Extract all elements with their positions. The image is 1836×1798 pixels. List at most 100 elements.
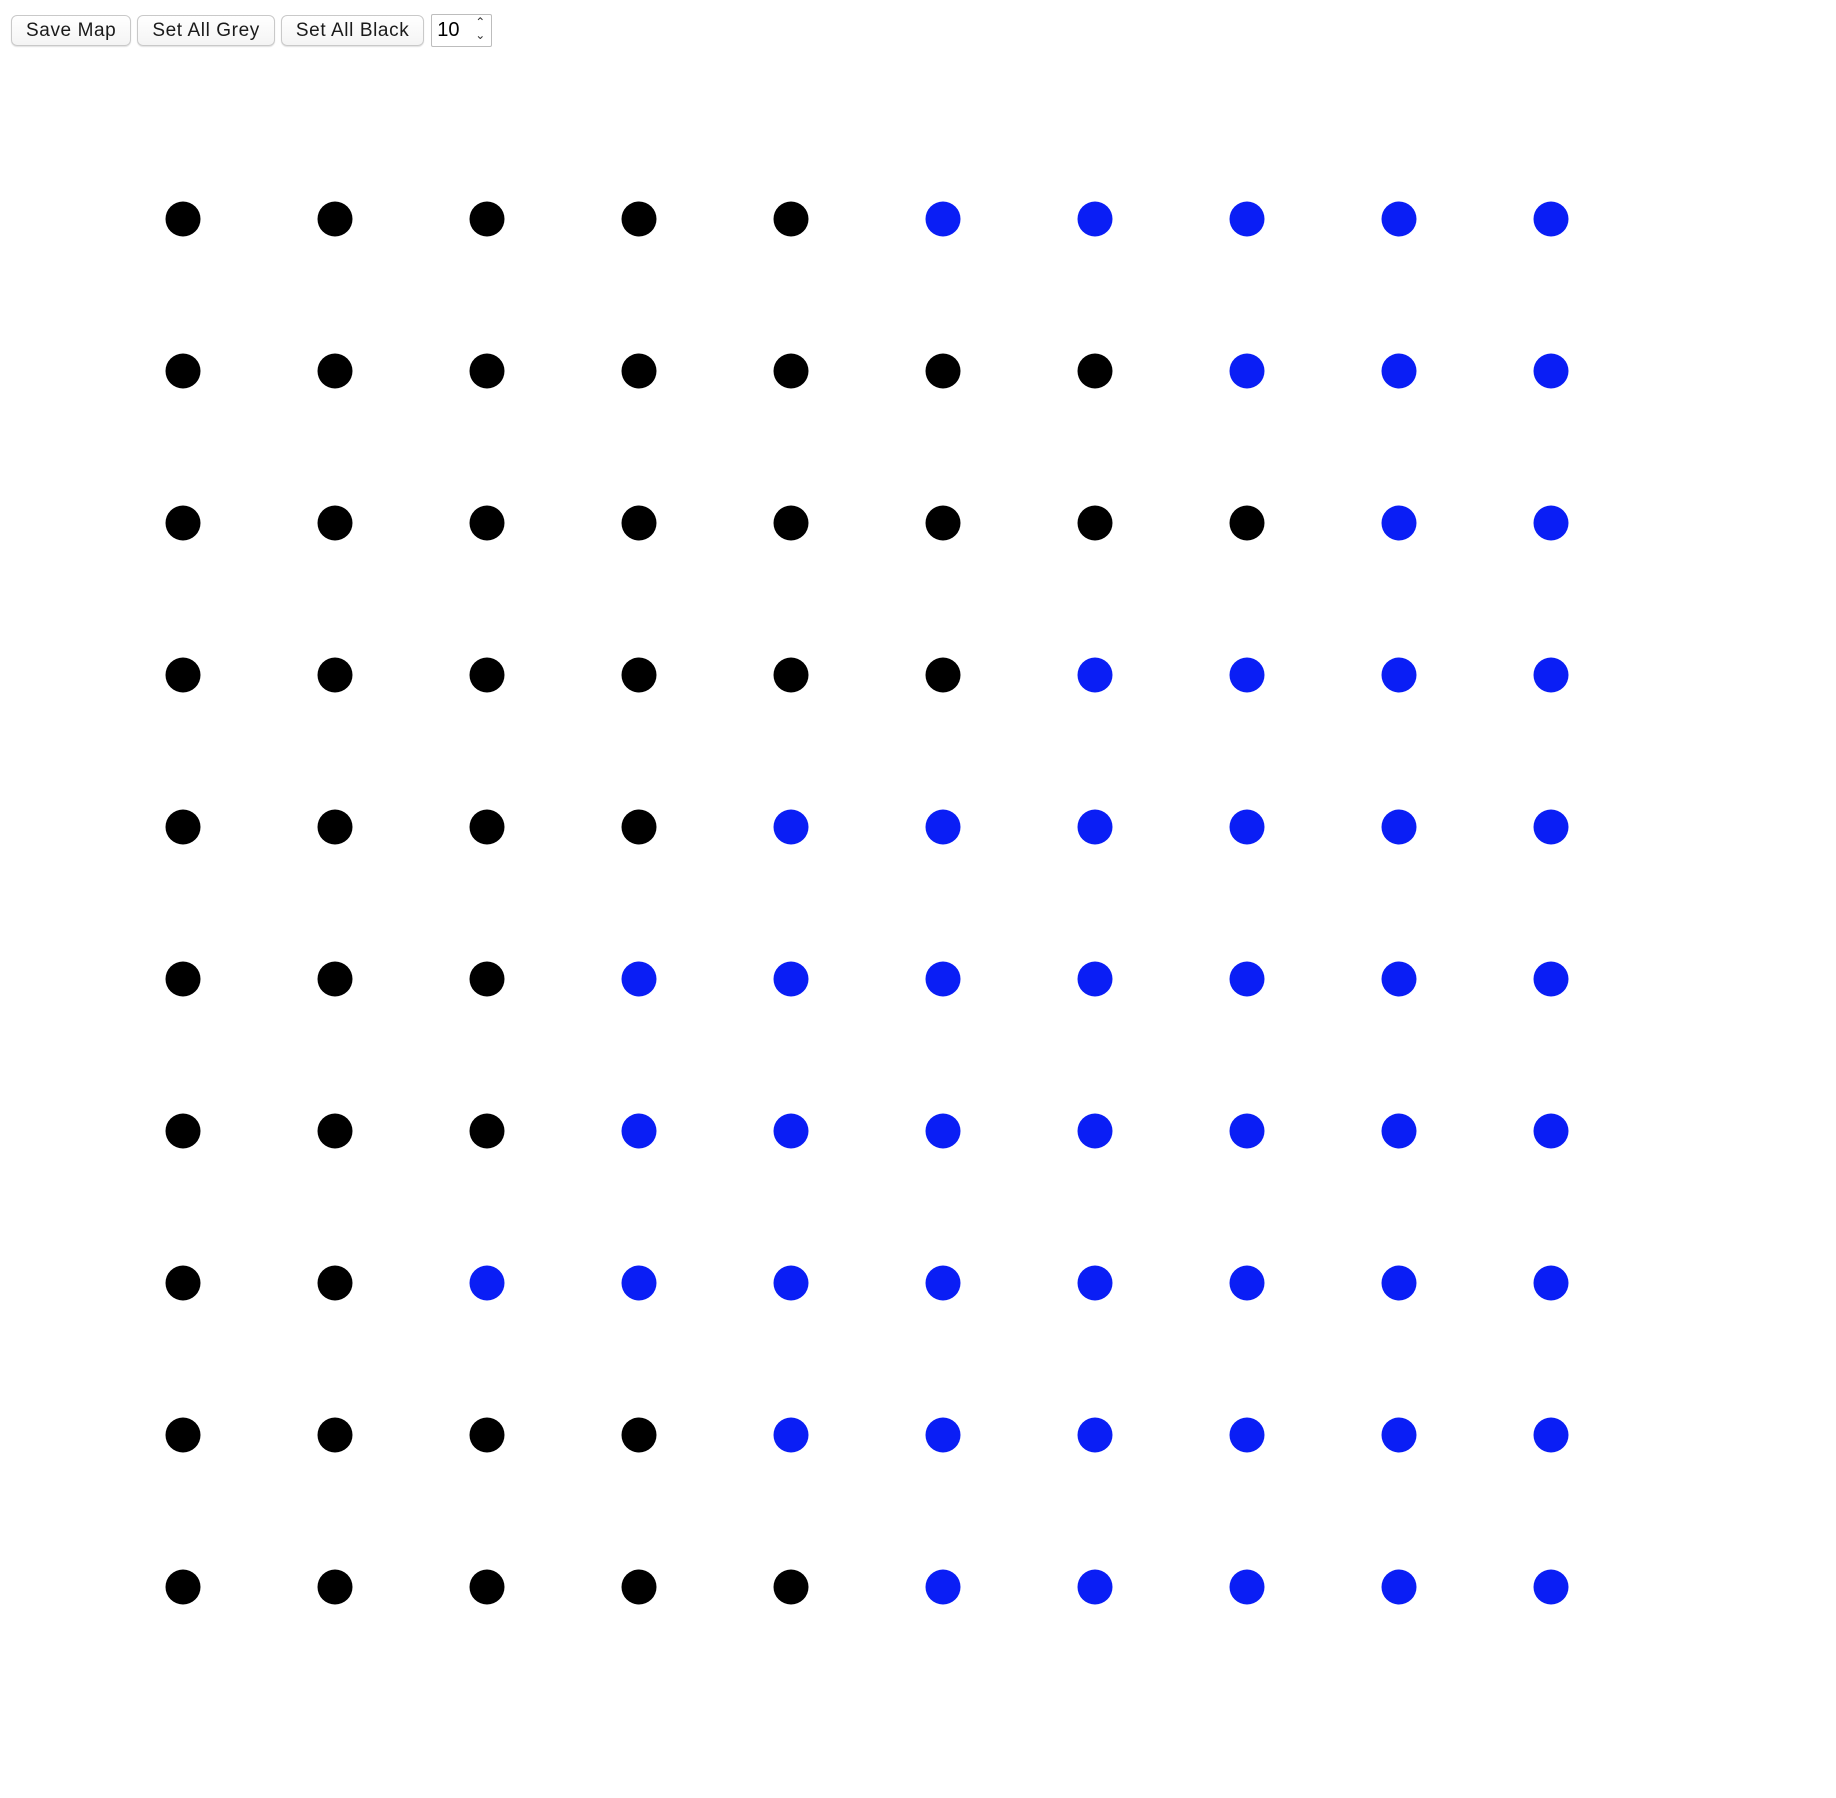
grid-dot-r7-c8[interactable] bbox=[1229, 1113, 1265, 1149]
grid-dot-r7-c6[interactable] bbox=[925, 1113, 961, 1149]
grid-dot-r3-c7[interactable] bbox=[1077, 505, 1113, 541]
grid-dot-r2-c10[interactable] bbox=[1533, 353, 1569, 389]
grid-dot-r1-c5[interactable] bbox=[773, 201, 809, 237]
grid-dot-r5-c4[interactable] bbox=[621, 809, 657, 845]
grid-dot-r7-c7[interactable] bbox=[1077, 1113, 1113, 1149]
grid-dot-r3-c3[interactable] bbox=[469, 505, 505, 541]
save-map-button[interactable]: Save Map bbox=[11, 14, 132, 46]
grid-dot-r4-c10[interactable] bbox=[1533, 657, 1569, 693]
grid-dot-r1-c1[interactable] bbox=[165, 201, 201, 237]
grid-dot-r6-c10[interactable] bbox=[1533, 961, 1569, 997]
grid-dot-r6-c2[interactable] bbox=[317, 961, 353, 997]
grid-dot-r9-c9[interactable] bbox=[1381, 1417, 1417, 1453]
grid-dot-r6-c3[interactable] bbox=[469, 961, 505, 997]
grid-dot-r5-c6[interactable] bbox=[925, 809, 961, 845]
grid-size-input[interactable] bbox=[437, 18, 468, 42]
grid-dot-r2-c1[interactable] bbox=[165, 353, 201, 389]
grid-dot-r3-c1[interactable] bbox=[165, 505, 201, 541]
grid-dot-r1-c9[interactable] bbox=[1381, 201, 1417, 237]
grid-dot-r9-c5[interactable] bbox=[773, 1417, 809, 1453]
grid-dot-r10-c2[interactable] bbox=[317, 1569, 353, 1605]
grid-dot-r10-c10[interactable] bbox=[1533, 1569, 1569, 1605]
grid-dot-r2-c9[interactable] bbox=[1381, 353, 1417, 389]
grid-dot-r9-c1[interactable] bbox=[165, 1417, 201, 1453]
grid-dot-r3-c9[interactable] bbox=[1381, 505, 1417, 541]
grid-dot-r8-c7[interactable] bbox=[1077, 1265, 1113, 1301]
grid-dot-r9-c2[interactable] bbox=[317, 1417, 353, 1453]
grid-dot-r10-c3[interactable] bbox=[469, 1569, 505, 1605]
grid-dot-r5-c7[interactable] bbox=[1077, 809, 1113, 845]
grid-dot-r3-c5[interactable] bbox=[773, 505, 809, 541]
grid-dot-r2-c3[interactable] bbox=[469, 353, 505, 389]
grid-dot-r4-c3[interactable] bbox=[469, 657, 505, 693]
grid-dot-r6-c7[interactable] bbox=[1077, 961, 1113, 997]
grid-dot-r1-c4[interactable] bbox=[621, 201, 657, 237]
grid-dot-r2-c8[interactable] bbox=[1229, 353, 1265, 389]
grid-dot-r10-c6[interactable] bbox=[925, 1569, 961, 1605]
grid-dot-r6-c1[interactable] bbox=[165, 961, 201, 997]
grid-dot-r2-c7[interactable] bbox=[1077, 353, 1113, 389]
grid-dot-r9-c8[interactable] bbox=[1229, 1417, 1265, 1453]
grid-dot-r6-c6[interactable] bbox=[925, 961, 961, 997]
grid-dot-r7-c4[interactable] bbox=[621, 1113, 657, 1149]
grid-dot-r8-c1[interactable] bbox=[165, 1265, 201, 1301]
grid-dot-r5-c9[interactable] bbox=[1381, 809, 1417, 845]
grid-dot-r6-c4[interactable] bbox=[621, 961, 657, 997]
grid-dot-r4-c4[interactable] bbox=[621, 657, 657, 693]
grid-dot-r10-c9[interactable] bbox=[1381, 1569, 1417, 1605]
grid-dot-r1-c6[interactable] bbox=[925, 201, 961, 237]
grid-dot-r1-c8[interactable] bbox=[1229, 201, 1265, 237]
grid-dot-r10-c8[interactable] bbox=[1229, 1569, 1265, 1605]
grid-dot-r10-c4[interactable] bbox=[621, 1569, 657, 1605]
grid-dot-r3-c8[interactable] bbox=[1229, 505, 1265, 541]
grid-dot-r4-c7[interactable] bbox=[1077, 657, 1113, 693]
grid-dot-r9-c4[interactable] bbox=[621, 1417, 657, 1453]
grid-dot-r9-c10[interactable] bbox=[1533, 1417, 1569, 1453]
grid-dot-r5-c5[interactable] bbox=[773, 809, 809, 845]
grid-dot-r9-c7[interactable] bbox=[1077, 1417, 1113, 1453]
grid-dot-r1-c3[interactable] bbox=[469, 201, 505, 237]
chevron-up-icon[interactable]: ⌃ bbox=[475, 15, 485, 29]
grid-dot-r9-c6[interactable] bbox=[925, 1417, 961, 1453]
grid-size-stepper[interactable]: ⌃ ⌄ bbox=[431, 13, 493, 47]
grid-dot-r5-c2[interactable] bbox=[317, 809, 353, 845]
set-all-grey-button[interactable]: Set All Grey bbox=[137, 14, 275, 46]
grid-dot-r1-c7[interactable] bbox=[1077, 201, 1113, 237]
grid-dot-r1-c2[interactable] bbox=[317, 201, 353, 237]
grid-dot-r3-c2[interactable] bbox=[317, 505, 353, 541]
grid-dot-r3-c6[interactable] bbox=[925, 505, 961, 541]
grid-dot-r10-c5[interactable] bbox=[773, 1569, 809, 1605]
grid-dot-r4-c2[interactable] bbox=[317, 657, 353, 693]
grid-dot-r8-c9[interactable] bbox=[1381, 1265, 1417, 1301]
grid-dot-r7-c9[interactable] bbox=[1381, 1113, 1417, 1149]
grid-dot-r10-c7[interactable] bbox=[1077, 1569, 1113, 1605]
grid-dot-r2-c6[interactable] bbox=[925, 353, 961, 389]
grid-dot-r8-c4[interactable] bbox=[621, 1265, 657, 1301]
grid-dot-r1-c10[interactable] bbox=[1533, 201, 1569, 237]
grid-dot-r5-c1[interactable] bbox=[165, 809, 201, 845]
grid-dot-r8-c2[interactable] bbox=[317, 1265, 353, 1301]
grid-dot-r2-c2[interactable] bbox=[317, 353, 353, 389]
grid-dot-r7-c2[interactable] bbox=[317, 1113, 353, 1149]
grid-dot-r7-c10[interactable] bbox=[1533, 1113, 1569, 1149]
grid-dot-r4-c8[interactable] bbox=[1229, 657, 1265, 693]
grid-dot-r4-c1[interactable] bbox=[165, 657, 201, 693]
grid-dot-r4-c9[interactable] bbox=[1381, 657, 1417, 693]
grid-dot-r8-c8[interactable] bbox=[1229, 1265, 1265, 1301]
set-all-black-button[interactable]: Set All Black bbox=[280, 14, 425, 46]
grid-dot-r2-c5[interactable] bbox=[773, 353, 809, 389]
grid-dot-r5-c8[interactable] bbox=[1229, 809, 1265, 845]
grid-dot-r9-c3[interactable] bbox=[469, 1417, 505, 1453]
grid-dot-r3-c4[interactable] bbox=[621, 505, 657, 541]
grid-dot-r8-c3[interactable] bbox=[469, 1265, 505, 1301]
grid-dot-r8-c10[interactable] bbox=[1533, 1265, 1569, 1301]
grid-dot-r7-c5[interactable] bbox=[773, 1113, 809, 1149]
chevron-down-icon[interactable]: ⌄ bbox=[475, 28, 485, 42]
grid-dot-r4-c6[interactable] bbox=[925, 657, 961, 693]
grid-dot-r3-c10[interactable] bbox=[1533, 505, 1569, 541]
grid-dot-r8-c6[interactable] bbox=[925, 1265, 961, 1301]
grid-dot-r8-c5[interactable] bbox=[773, 1265, 809, 1301]
grid-dot-r6-c9[interactable] bbox=[1381, 961, 1417, 997]
grid-dot-r2-c4[interactable] bbox=[621, 353, 657, 389]
grid-dot-r7-c3[interactable] bbox=[469, 1113, 505, 1149]
